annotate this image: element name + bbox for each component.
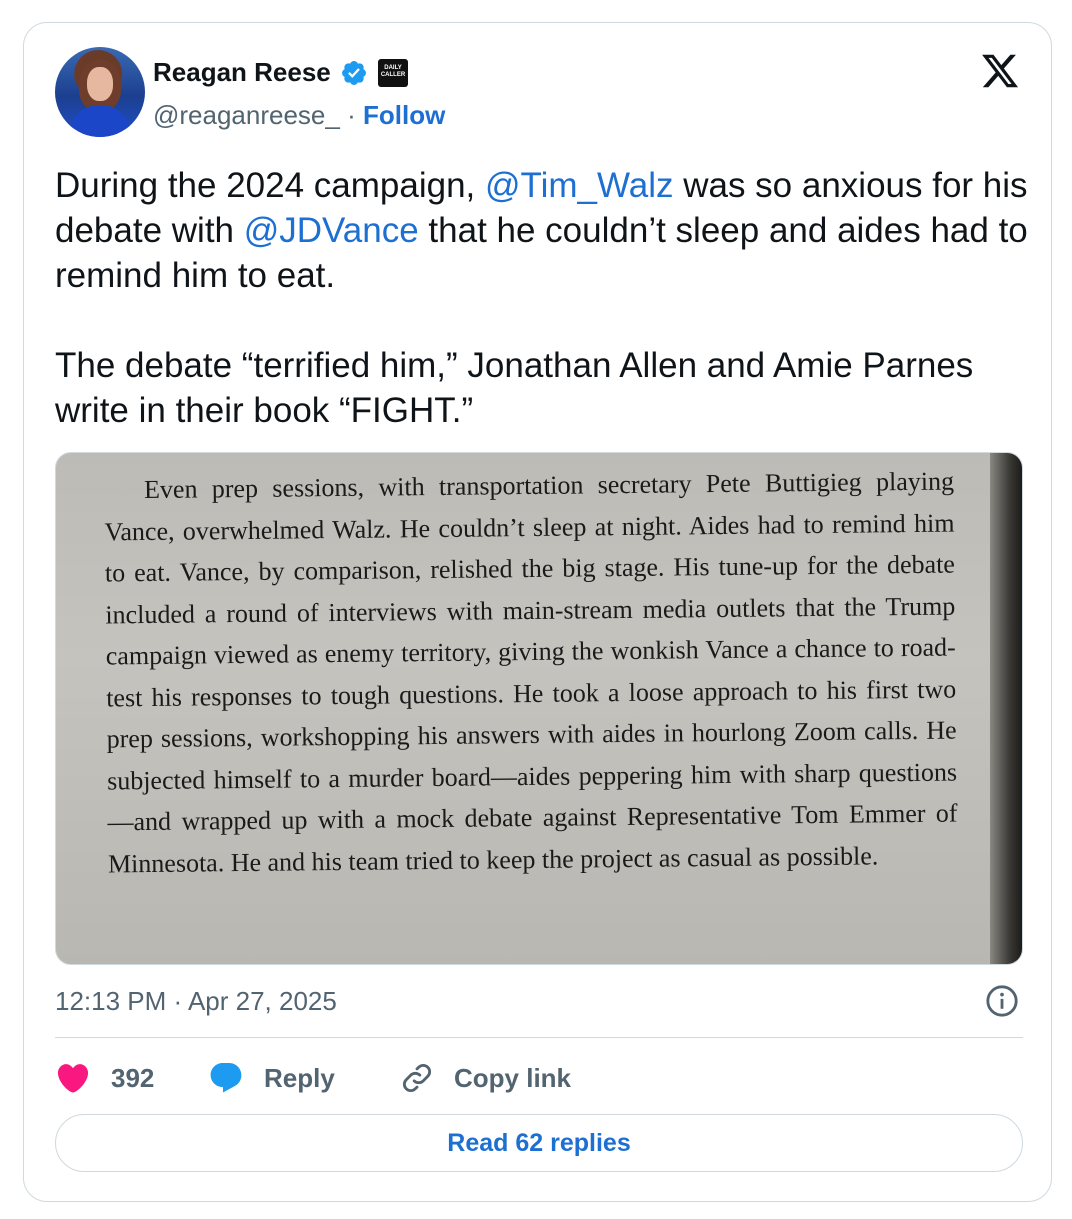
mention-jd-vance[interactable]: @JDVance xyxy=(244,211,419,250)
tweet-text-segment: During the 2024 campaign, xyxy=(55,166,485,205)
x-logo-icon[interactable] xyxy=(979,51,1021,91)
copy-link-button[interactable]: Copy link xyxy=(400,1056,571,1100)
tweet-paragraph-1: During the 2024 campaign, @Tim_Walz was … xyxy=(55,163,1035,298)
book-page-photo[interactable]: Even prep sessions, with transportation … xyxy=(55,452,1023,965)
reply-label: Reply xyxy=(264,1062,335,1093)
timestamp[interactable]: 12:13 PM · Apr 27, 2025 xyxy=(55,986,337,1017)
reply-button[interactable]: Reply xyxy=(208,1056,335,1100)
author-handle[interactable]: @reaganreese_ xyxy=(153,100,340,130)
read-replies-button[interactable]: Read 62 replies xyxy=(55,1114,1023,1172)
tweet-embed-card: Reagan Reese DAILY CALLER @reaganreese_ … xyxy=(23,22,1052,1202)
separator-dot: · xyxy=(347,100,356,130)
link-icon xyxy=(403,1064,431,1092)
like-count: 392 xyxy=(111,1062,155,1093)
book-page-text: Even prep sessions, with transportation … xyxy=(104,461,958,885)
book-page-paragraph: Even prep sessions, with transportation … xyxy=(104,466,958,878)
book-spine xyxy=(990,453,1022,964)
daily-caller-logo[interactable]: DAILY CALLER xyxy=(378,59,408,87)
heart-icon xyxy=(57,1064,89,1093)
avatar[interactable] xyxy=(55,47,145,137)
author-name[interactable]: Reagan Reese xyxy=(153,57,331,88)
mention-tim-walz[interactable]: @Tim_Walz xyxy=(485,166,673,205)
tweet-text: During the 2024 campaign, @Tim_Walz was … xyxy=(55,163,1035,433)
follow-button[interactable]: Follow xyxy=(363,100,445,130)
divider xyxy=(55,1037,1023,1038)
verified-badge-icon xyxy=(342,61,366,85)
copy-link-label: Copy link xyxy=(454,1062,572,1093)
reply-bubble-icon xyxy=(210,1063,242,1093)
tweet-paragraph-2: The debate “terrified him,” Jonathan All… xyxy=(55,346,974,430)
handle-line: @reaganreese_ · Follow xyxy=(153,100,445,131)
like-button[interactable]: 392 xyxy=(55,1056,154,1100)
info-icon[interactable] xyxy=(985,984,1019,1018)
